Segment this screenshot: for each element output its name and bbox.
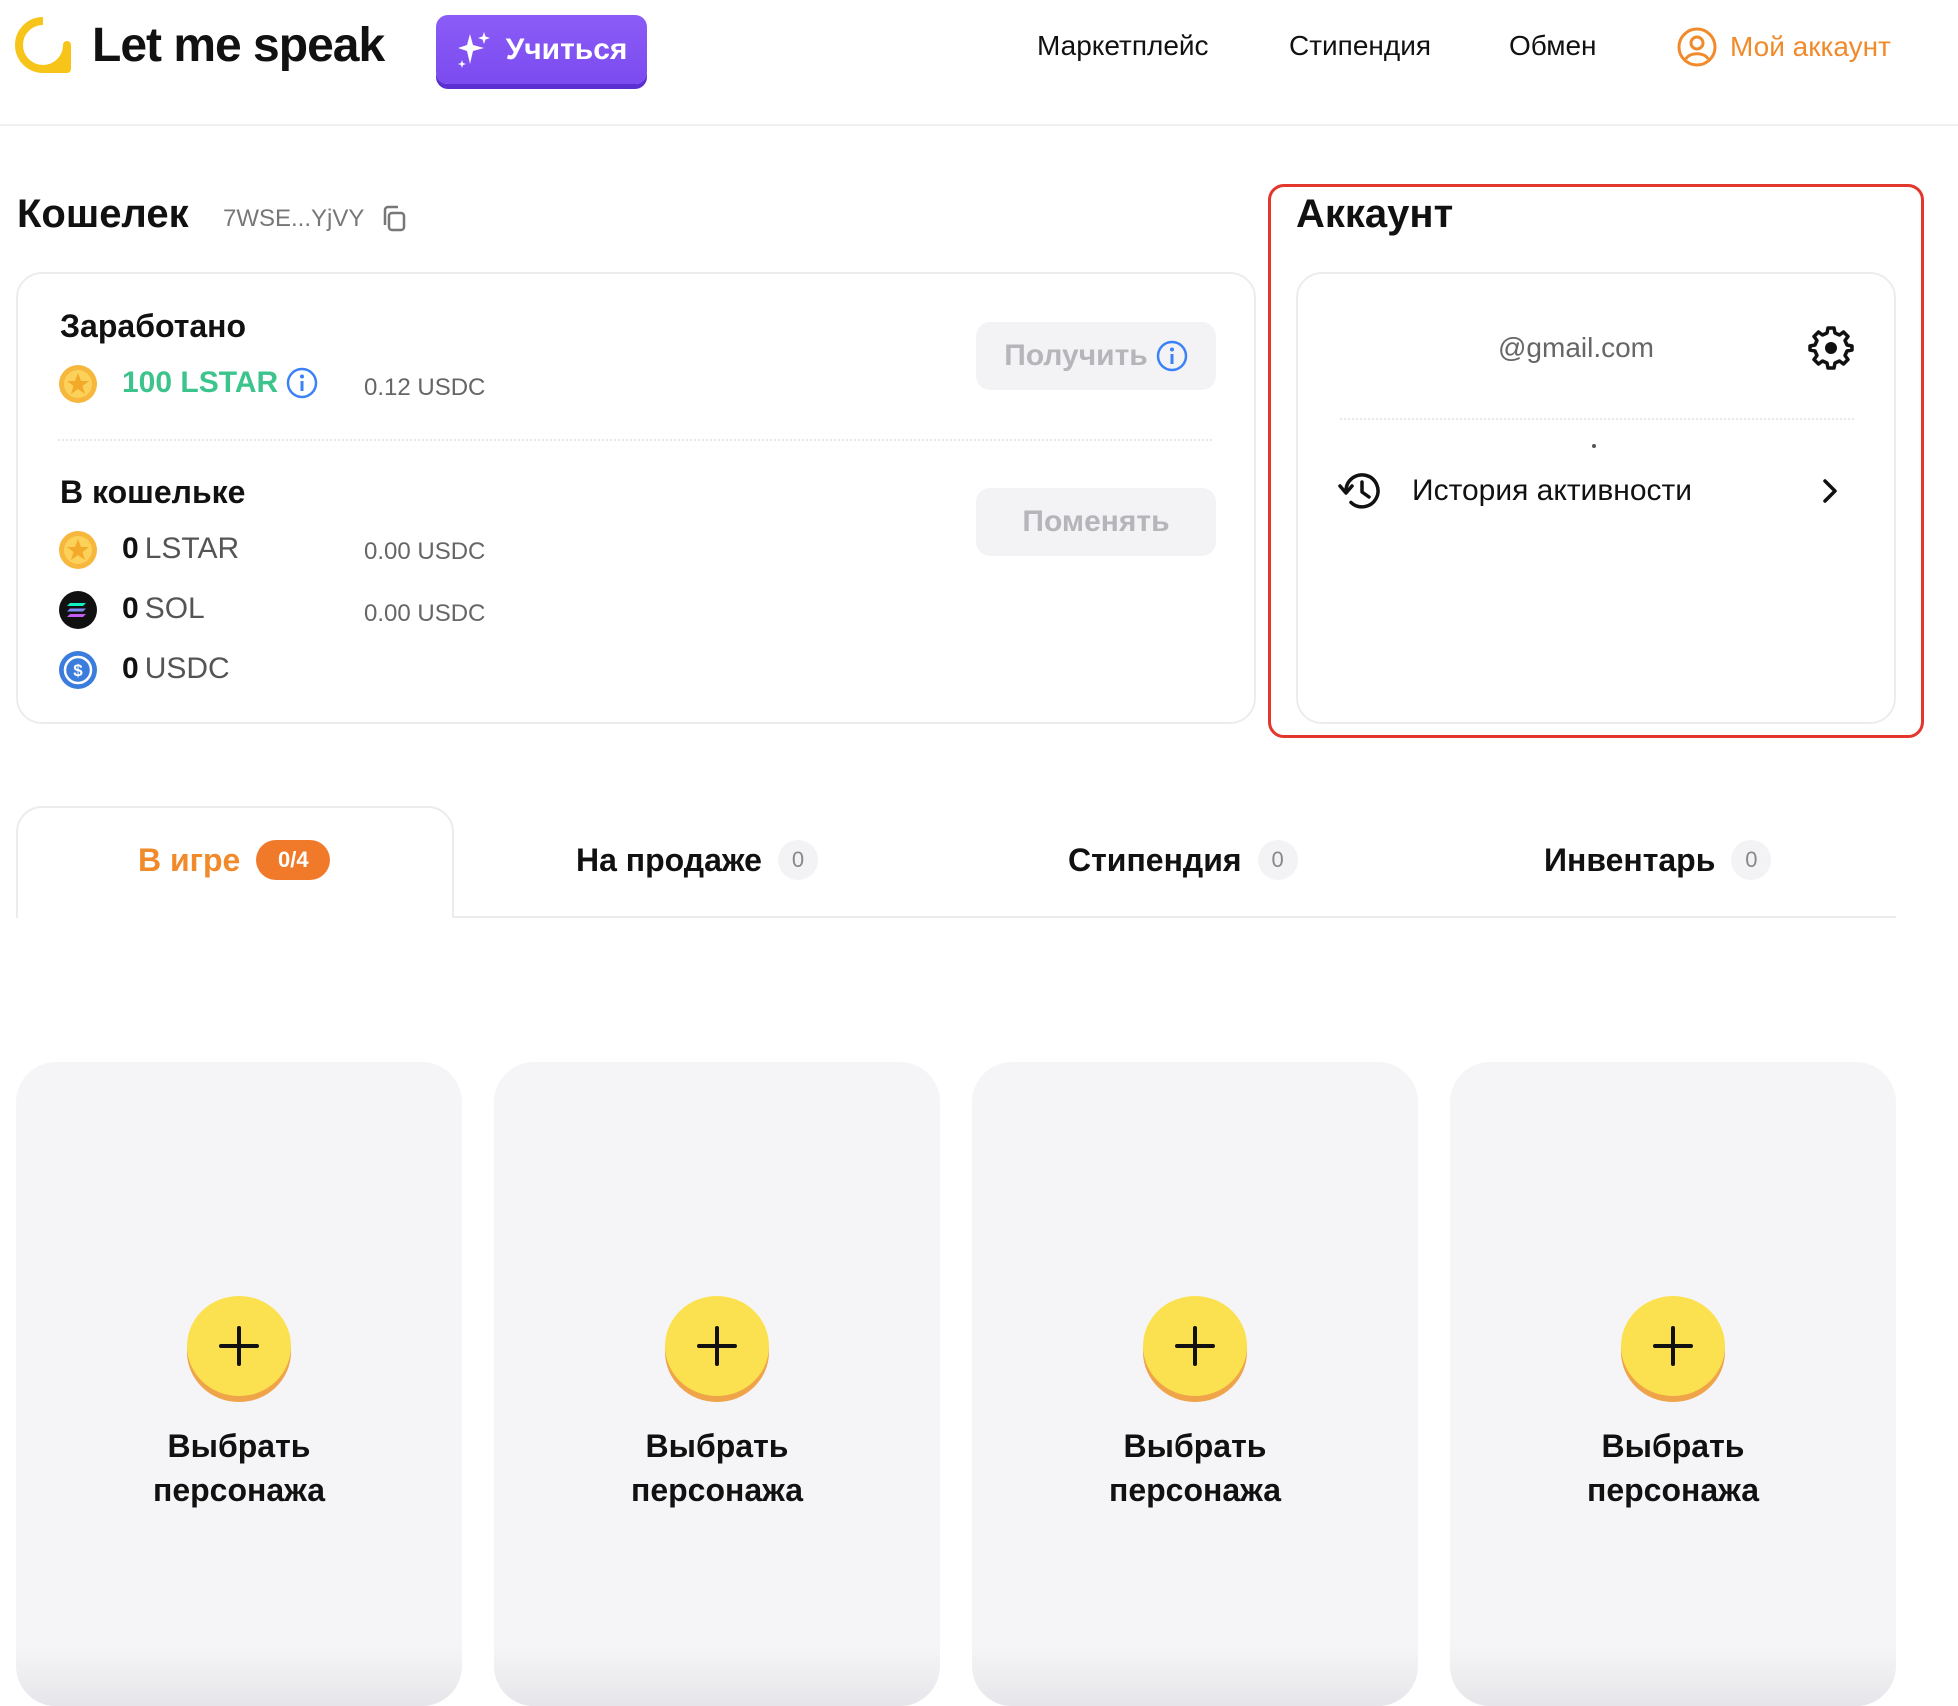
usdc-coin-icon: $	[59, 651, 97, 689]
swap-button[interactable]: Поменять	[976, 488, 1216, 556]
slot-label-line: Выбрать	[1601, 1428, 1745, 1464]
earned-usdc: 0.12 USDC	[364, 374, 486, 401]
history-icon	[1338, 473, 1380, 509]
plus-icon	[1653, 1326, 1693, 1366]
character-slot[interactable]: Выбрать персонажа	[972, 1062, 1418, 1706]
add-character-button[interactable]	[665, 1296, 769, 1402]
nav-exchange[interactable]: Обмен	[1509, 30, 1597, 62]
tab-label: Инвентарь	[1544, 841, 1716, 878]
copy-icon[interactable]	[380, 204, 408, 234]
character-slot[interactable]: Выбрать персонажа	[1450, 1062, 1896, 1706]
activity-history-label: История активности	[1412, 474, 1693, 507]
asset-amount: 0	[122, 652, 139, 685]
tab-on-sale[interactable]: На продаже 0	[576, 840, 818, 880]
info-icon	[1156, 340, 1187, 372]
select-character-label: Выбрать персонажа	[16, 1424, 462, 1512]
tab-count-badge: 0	[777, 840, 818, 880]
slot-label-line: персонажа	[630, 1472, 803, 1508]
learn-button-label: Учиться	[505, 32, 628, 66]
asset-amount: 0	[122, 532, 139, 565]
gear-icon[interactable]	[1808, 324, 1854, 370]
plus-icon	[219, 1326, 259, 1366]
asset-currency: LSTAR	[144, 532, 240, 565]
slot-label-line: персонажа	[1108, 1472, 1281, 1508]
select-character-label: Выбрать персонажа	[1450, 1424, 1896, 1512]
nav-my-account[interactable]: Мой аккаунт	[1676, 26, 1891, 68]
wallet-address: 7WSE...YjVY	[223, 204, 408, 234]
tab-label: На продаже	[576, 841, 762, 878]
add-button-face	[1621, 1296, 1725, 1396]
slot-label-line: персонажа	[1586, 1472, 1759, 1508]
asset-usdc-lstar: 0.00 USDC	[364, 538, 486, 565]
lstar-coin-icon	[59, 365, 97, 403]
asset-usdc-sol: 0.00 USDC	[364, 600, 486, 627]
tab-label: Стипендия	[1068, 841, 1242, 878]
nav-marketplace[interactable]: Маркетплейс	[1037, 30, 1209, 62]
account-card: @gmail.com История активности	[1296, 272, 1896, 724]
svg-text:$: $	[73, 661, 83, 680]
chevron-right-icon	[1823, 479, 1837, 503]
info-icon[interactable]	[286, 367, 318, 399]
earned-amount-row: 100 LSTAR	[122, 366, 318, 400]
nav-my-account-label: Мой аккаунт	[1730, 31, 1891, 62]
sparkle-icon	[457, 31, 490, 68]
user-circle-icon	[1677, 27, 1717, 67]
earned-amount: 100 LSTAR	[122, 366, 279, 399]
add-character-button[interactable]	[1143, 1296, 1247, 1402]
tab-count-badge: 0	[1731, 840, 1772, 880]
account-email: @gmail.com	[1498, 332, 1655, 363]
asset-amount: 0	[122, 592, 139, 625]
top-header: Let me speak Учиться Маркетплейс Стипенд…	[0, 0, 1958, 126]
tab-scholarship[interactable]: Стипендия 0	[1068, 840, 1298, 880]
swap-button-label: Поменять	[1022, 505, 1170, 538]
slot-label-line: Выбрать	[645, 1428, 789, 1464]
plus-icon	[1175, 1326, 1215, 1366]
asset-currency: SOL	[144, 592, 205, 625]
wallet-divider	[58, 439, 1212, 441]
add-character-button[interactable]	[1621, 1296, 1725, 1402]
wallet-card: Заработано 100 LSTAR 0.12 USDC Получить …	[16, 272, 1256, 724]
account-divider	[1340, 418, 1854, 420]
dot-marker	[1592, 444, 1596, 448]
plus-icon	[697, 1326, 737, 1366]
activity-history-link[interactable]: История активности	[1338, 462, 1854, 520]
brand-logo[interactable]: Let me speak	[14, 16, 385, 74]
wallet-address-text: 7WSE...YjVY	[223, 205, 365, 232]
character-slot[interactable]: Выбрать персонажа	[16, 1062, 462, 1706]
claim-button[interactable]: Получить	[976, 322, 1216, 390]
select-character-label: Выбрать персонажа	[494, 1424, 940, 1512]
add-button-face	[665, 1296, 769, 1396]
sol-coin-icon	[59, 591, 97, 629]
lstar-coin-icon	[59, 531, 97, 569]
tab-count-badge: 0/4	[256, 840, 331, 880]
earned-title: Заработано	[60, 308, 247, 344]
in-wallet-title: В кошельке	[60, 474, 246, 510]
account-title: Аккаунт	[1296, 192, 1454, 236]
select-character-label: Выбрать персонажа	[972, 1424, 1418, 1512]
add-character-button[interactable]	[187, 1296, 291, 1402]
asset-currency: USDC	[144, 652, 230, 685]
slot-label-line: Выбрать	[167, 1428, 311, 1464]
brand-name: Let me speak	[92, 18, 385, 72]
add-button-face	[187, 1296, 291, 1396]
asset-row-lstar: 0 LSTAR	[122, 532, 239, 566]
asset-row-sol: 0 SOL	[122, 592, 205, 626]
logo-mark-icon	[15, 17, 71, 73]
tab-in-game[interactable]: В игре 0/4	[138, 840, 331, 880]
nav-scholarship[interactable]: Стипендия	[1289, 30, 1431, 62]
tab-inventory[interactable]: Инвентарь 0	[1544, 840, 1772, 880]
tab-label: В игре	[138, 841, 241, 878]
tab-count-badge: 0	[1257, 840, 1298, 880]
asset-row-usdc: 0 USDC	[122, 652, 230, 686]
slot-label-line: Выбрать	[1123, 1428, 1267, 1464]
add-button-face	[1143, 1296, 1247, 1396]
wallet-title: Кошелек	[17, 192, 189, 236]
slot-label-line: персонажа	[152, 1472, 325, 1508]
character-slot[interactable]: Выбрать персонажа	[494, 1062, 940, 1706]
learn-button[interactable]: Учиться	[436, 15, 647, 84]
claim-button-label: Получить	[1004, 339, 1148, 372]
